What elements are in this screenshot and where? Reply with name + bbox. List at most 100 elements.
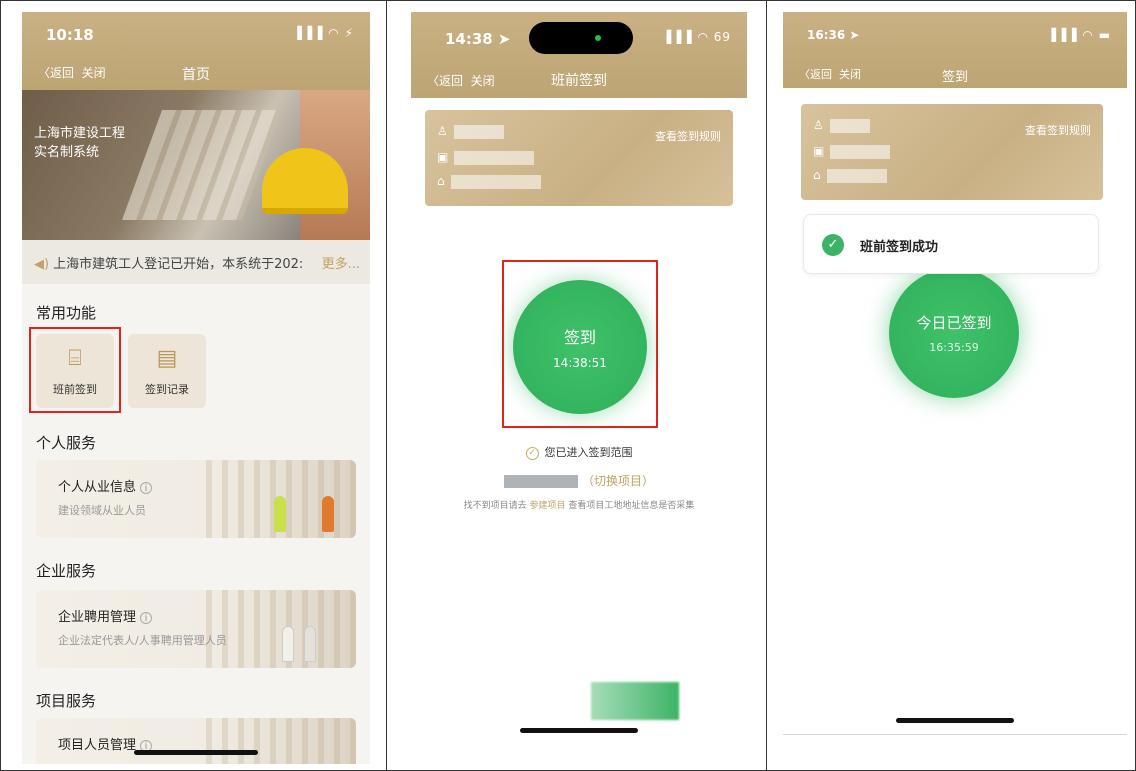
worker-figure	[322, 496, 334, 532]
notice-text: 上海市建筑工人登记已开始，本系统于202:	[53, 257, 304, 272]
dynamic-island	[529, 22, 633, 54]
banner-title: 上海市建设工程 实名制系统	[34, 124, 125, 162]
enterprise-hiring-title: 企业聘用管理 i	[58, 606, 153, 625]
home-indicator[interactable]	[896, 718, 1014, 723]
notice-bar[interactable]: ◀) 上海市建筑工人登记已开始，本系统于202: 更多...	[22, 240, 370, 284]
name-row: ♙	[813, 118, 870, 133]
page-title: 班前签到	[551, 73, 607, 89]
hint-suffix: 查看项目工地地址信息是否采集	[568, 501, 695, 511]
construction-image	[206, 718, 356, 764]
worker-info-card: ♙ ▣ ⌂ 查看签到规则	[425, 110, 733, 206]
info-icon[interactable]: i	[140, 482, 153, 494]
check-icon: ✓	[822, 234, 844, 256]
name-row: ♙	[437, 124, 504, 139]
home-indicator[interactable]	[520, 728, 638, 733]
signin-records-label: 签到记录	[145, 383, 189, 396]
id-card-icon: ▣	[437, 150, 449, 164]
view-rules-link[interactable]: 查看签到规则	[655, 128, 721, 144]
phone-screen-signin: 14:38 ➤ ▐▐▐ ◠ 69 〈返回 关闭 班前签到 ♙ ▣ ⌂ 查看签到规…	[411, 12, 747, 754]
company-row: ⌂	[437, 174, 541, 189]
person-figure	[304, 626, 316, 662]
redacted-id	[454, 150, 535, 165]
redacted-id	[830, 144, 891, 159]
person-icon: ♙	[437, 124, 448, 138]
view-rules-link[interactable]: 查看签到规则	[1025, 122, 1091, 138]
worker-figure	[274, 496, 286, 532]
info-icon[interactable]: i	[140, 612, 153, 624]
page-title: 首页	[182, 67, 210, 83]
enterprise-hiring-title-text: 企业聘用管理	[58, 610, 137, 625]
header-bar: 16:36 ➤ ▐▐▐ ◠ ▬ 〈返回 关闭 签到	[783, 12, 1127, 88]
redacted-name	[829, 118, 870, 133]
screenshot-panel-signin-success: 16:36 ➤ ▐▐▐ ◠ ▬ 〈返回 关闭 签到 ♙ ▣ ⌂ 查看签到规则 今…	[766, 0, 1136, 771]
signed-label: 今日已签到	[916, 314, 992, 332]
phone-screen-signin-success: 16:36 ➤ ▐▐▐ ◠ ▬ 〈返回 关闭 签到 ♙ ▣ ⌂ 查看签到规则 今…	[783, 12, 1127, 740]
id-card-icon: ▣	[813, 144, 825, 158]
home-indicator[interactable]	[134, 750, 258, 755]
redacted-name	[453, 124, 504, 139]
signed-time: 16:35:59	[929, 341, 979, 354]
status-icons: ▐▐▐ ◠ ▬	[1046, 28, 1111, 42]
project-personnel-title-text: 项目人员管理	[58, 738, 137, 753]
status-time: 10:18	[46, 26, 94, 44]
project-services-title: 项目服务	[36, 692, 97, 710]
project-personnel-card[interactable]: 项目人员管理 i	[36, 718, 356, 764]
status-icons: ▐▐▐ ◠ ⚡	[292, 26, 354, 40]
participating-projects-link[interactable]: 参建项目	[529, 501, 565, 511]
enterprise-hiring-subtitle: 企业法定代表人/人事聘用管理人员	[58, 634, 227, 647]
id-row: ▣	[813, 144, 891, 159]
redacted-company	[450, 174, 541, 189]
signin-clock: 14:38:51	[553, 356, 607, 370]
calendar-check-icon: ▤	[156, 346, 178, 371]
header-bar: 10:18 ▐▐▐ ◠ ⚡ 〈返回 关闭 首页	[22, 12, 370, 90]
highlight-box	[29, 327, 121, 413]
common-functions-title: 常用功能	[36, 304, 97, 322]
signin-button[interactable]: 签到 14:38:51	[513, 280, 647, 414]
enterprise-hiring-card[interactable]: 企业聘用管理 i 企业法定代表人/人事聘用管理人员	[36, 590, 356, 668]
personal-services-title: 个人服务	[36, 434, 97, 452]
phone-screen-home: 10:18 ▐▐▐ ◠ ⚡ 〈返回 关闭 首页 上海市建设工程 实名制系统 ◀)…	[22, 12, 370, 764]
signin-button-label: 签到	[563, 328, 596, 347]
banner-background-image	[121, 110, 283, 220]
status-icons: ▐▐▐ ◠ 69	[661, 30, 731, 44]
hero-banner[interactable]: 上海市建设工程 实名制系统	[22, 90, 370, 240]
toast-text: 班前签到成功	[860, 240, 939, 255]
notice-more-link[interactable]: 更多...	[318, 253, 360, 272]
project-row: （切换项目）	[411, 472, 747, 489]
switch-project-link[interactable]: （切换项目）	[582, 474, 654, 488]
range-text: 您已进入签到范围	[544, 446, 633, 459]
check-circle-icon: ✓	[525, 446, 539, 460]
hint-prefix: 找不到项目请去	[463, 501, 527, 511]
signin-records-tile[interactable]: ▤ 签到记录	[128, 334, 206, 408]
person-figure	[282, 626, 294, 662]
person-icon: ♙	[813, 118, 824, 132]
status-time: 16:36 ➤	[807, 28, 860, 42]
business-people-image	[206, 590, 356, 668]
personal-info-subtitle: 建设领域从业人员	[58, 504, 146, 517]
enterprise-services-title: 企业服务	[36, 562, 97, 580]
id-row: ▣	[437, 150, 535, 165]
building-icon: ⌂	[813, 168, 821, 182]
personal-info-card[interactable]: 个人从业信息 i 建设领域从业人员	[36, 460, 356, 538]
redacted-green-area	[591, 682, 679, 720]
building-icon: ⌂	[437, 174, 445, 188]
status-time: 14:38 ➤	[445, 30, 511, 48]
workers-image	[206, 460, 356, 538]
header-bar: 14:38 ➤ ▐▐▐ ◠ 69 〈返回 关闭 班前签到	[411, 12, 747, 98]
bottom-divider	[783, 734, 1127, 735]
company-row: ⌂	[813, 168, 887, 183]
speaker-icon: ◀)	[34, 257, 50, 272]
worker-info-card: ♙ ▣ ⌂ 查看签到规则	[801, 104, 1103, 200]
personal-info-title-text: 个人从业信息	[58, 480, 137, 495]
success-toast: ✓ 班前签到成功	[803, 214, 1099, 274]
personal-info-title: 个人从业信息 i	[58, 476, 153, 495]
range-status: ✓ 您已进入签到范围	[411, 444, 747, 460]
camera-indicator-icon	[595, 35, 601, 41]
page-title: 签到	[941, 70, 968, 85]
screenshot-panel-signin: 14:38 ➤ ▐▐▐ ◠ 69 〈返回 关闭 班前签到 ♙ ▣ ⌂ 查看签到规…	[386, 0, 766, 771]
banner-title-line2: 实名制系统	[34, 145, 100, 160]
redacted-company	[826, 168, 887, 183]
signed-status-circle: 今日已签到 16:35:59	[889, 268, 1019, 398]
screenshot-panel-home: 10:18 ▐▐▐ ◠ ⚡ 〈返回 关闭 首页 上海市建设工程 实名制系统 ◀)…	[0, 0, 386, 771]
redacted-project-name	[503, 475, 578, 488]
